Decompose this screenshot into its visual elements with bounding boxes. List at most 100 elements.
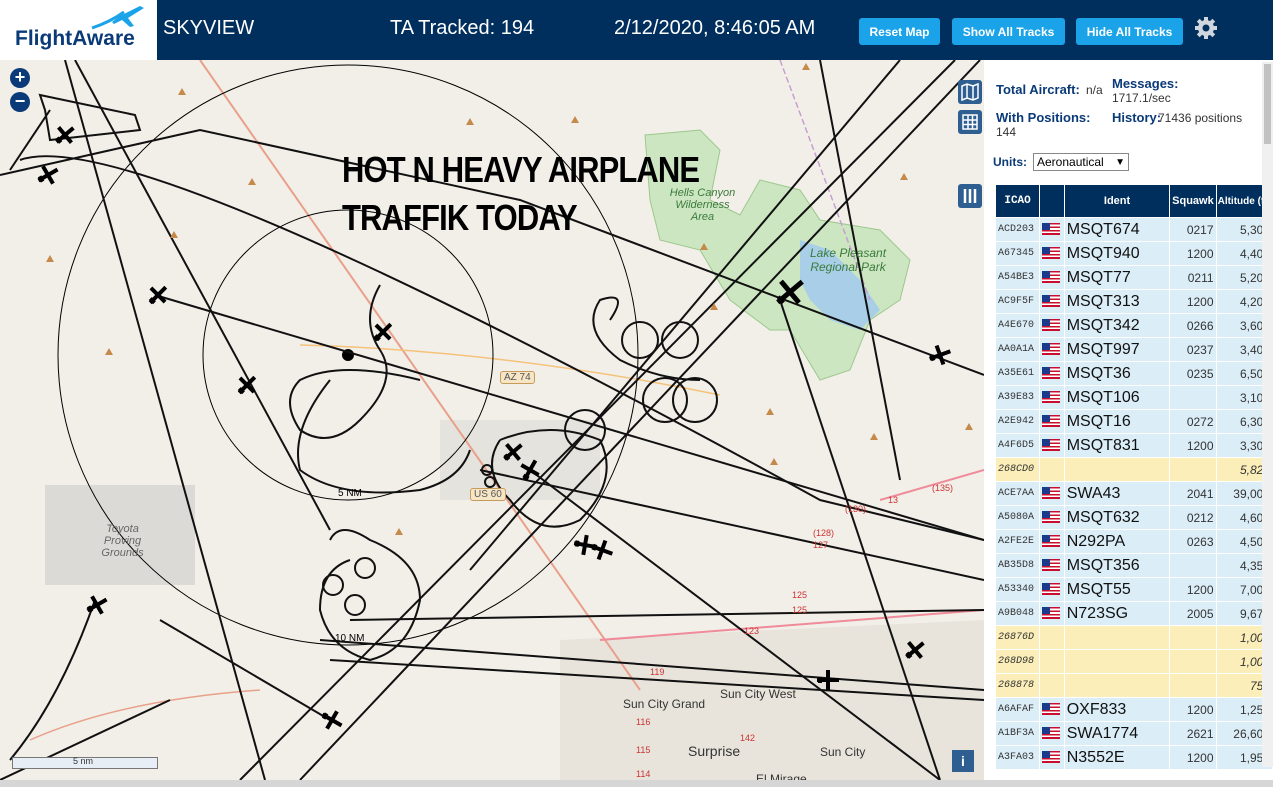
- us-flag-icon: [1042, 535, 1061, 548]
- aircraft-row[interactable]: A67345 MSQT940 1200 4,400: [994, 241, 1273, 266]
- label-route-125a: 125: [792, 590, 808, 600]
- flightaware-logo[interactable]: FlightAware: [0, 0, 157, 60]
- zoom-in-button[interactable]: +: [10, 68, 30, 88]
- aircraft-row[interactable]: 268D98 1,000: [994, 649, 1273, 674]
- icao-cell: A67345: [994, 241, 1041, 266]
- label-route-130: (130): [845, 504, 867, 514]
- scale-bar: 5 nm: [12, 756, 158, 769]
- label-toyota-proving-grounds: Toyota Proving Grounds: [101, 523, 144, 559]
- squawk-cell: [1169, 673, 1217, 698]
- aircraft-row[interactable]: A4E670 MSQT342 0266 3,600: [994, 313, 1273, 338]
- aircraft-row[interactable]: A9B048 N723SG 2005 9,675: [994, 601, 1273, 626]
- map-canvas[interactable]: + − HOT N HEAVY AIRPLANE TRAFFIK TODAY H…: [0, 60, 984, 780]
- show-all-tracks-button[interactable]: Show All Tracks: [952, 18, 1065, 45]
- bottom-scrollbar[interactable]: [0, 780, 1273, 787]
- tracked-count: TA Tracked: 194: [390, 17, 535, 39]
- reset-map-button[interactable]: Reset Map: [859, 18, 940, 45]
- squawk-cell: 0263: [1169, 529, 1217, 554]
- squawk-cell: [1169, 385, 1217, 410]
- label-route-127: 127: [813, 540, 829, 550]
- aircraft-row[interactable]: A1BF3A SWA1774 2621 26,600: [994, 721, 1273, 746]
- squawk-cell: 0237: [1169, 337, 1217, 362]
- scrollbar-thumb[interactable]: [1264, 64, 1271, 144]
- columns-icon: [963, 189, 977, 203]
- label-az74: AZ 74: [500, 371, 535, 384]
- map-layers-button[interactable]: [958, 80, 982, 104]
- us-flag-icon: [1042, 415, 1061, 428]
- label-surprise: Surprise: [688, 743, 741, 759]
- squawk-cell: 1200: [1169, 697, 1217, 722]
- us-flag-icon: [1042, 247, 1061, 260]
- aircraft-row[interactable]: A2FE2E N292PA 0263 4,500: [994, 529, 1273, 554]
- panel-scrollbar[interactable]: [1262, 62, 1273, 767]
- label-route-125b: 125: [792, 605, 808, 615]
- icao-cell: 268878: [994, 673, 1041, 698]
- ident-cell: MSQT674: [1063, 217, 1171, 242]
- flag-cell: [1039, 649, 1065, 674]
- ident-cell: [1063, 457, 1171, 482]
- icao-cell: A6AFAF: [994, 697, 1041, 722]
- aircraft-row[interactable]: A3FA03 N3552E 1200 1,950: [994, 745, 1273, 770]
- units-select-value: Aeronautical: [1037, 155, 1104, 169]
- squawk-cell: [1169, 457, 1217, 482]
- us-flag-icon: [1042, 511, 1061, 524]
- ident-cell: MSQT77: [1063, 265, 1171, 290]
- col-squawk[interactable]: Squawk: [1169, 184, 1217, 218]
- label-us60: US 60: [470, 488, 506, 501]
- icao-cell: ACD203: [994, 217, 1041, 242]
- annotation-text: HOT N HEAVY AIRPLANE TRAFFIK TODAY: [342, 146, 700, 242]
- zoom-out-button[interactable]: −: [10, 92, 30, 112]
- squawk-cell: 1200: [1169, 433, 1217, 458]
- aircraft-row[interactable]: A2E942 MSQT16 0272 6,300: [994, 409, 1273, 434]
- flag-cell: [1039, 553, 1065, 578]
- ident-cell: MSQT940: [1063, 241, 1171, 266]
- icao-cell: A1BF3A: [994, 721, 1041, 746]
- col-ident[interactable]: Ident: [1063, 184, 1171, 218]
- icao-cell: A4F6D5: [994, 433, 1041, 458]
- map-icon: [961, 82, 979, 102]
- info-button[interactable]: i: [952, 750, 974, 772]
- us-flag-icon: [1042, 703, 1061, 716]
- aircraft-row[interactable]: ACE7AA SWA43 2041 39,000: [994, 481, 1273, 506]
- aircraft-row[interactable]: A35E61 MSQT36 0235 6,500: [994, 361, 1273, 386]
- us-flag-icon: [1042, 439, 1061, 452]
- aircraft-row[interactable]: 268CD0 5,825: [994, 457, 1273, 482]
- aircraft-row[interactable]: A39E83 MSQT106 3,100: [994, 385, 1273, 410]
- us-flag-icon: [1042, 223, 1061, 236]
- icao-cell: 268D98: [994, 649, 1041, 674]
- icao-cell: A35E61: [994, 361, 1041, 386]
- label-route-115: 115: [636, 745, 651, 755]
- aircraft-row[interactable]: AB35D8 MSQT356 4,350: [994, 553, 1273, 578]
- squawk-cell: 0272: [1169, 409, 1217, 434]
- aircraft-row[interactable]: A4F6D5 MSQT831 1200 3,300: [994, 433, 1273, 458]
- flag-cell: [1039, 217, 1065, 242]
- aircraft-row[interactable]: A54BE3 MSQT77 0211 5,200: [994, 265, 1273, 290]
- squawk-cell: 0235: [1169, 361, 1217, 386]
- flag-cell: [1039, 385, 1065, 410]
- gear-icon[interactable]: [1194, 16, 1218, 40]
- col-icao[interactable]: ICAO: [994, 184, 1041, 218]
- total-aircraft-value: n/a: [1086, 83, 1103, 97]
- scale-label: 5 nm: [73, 756, 94, 766]
- squawk-cell: 0212: [1169, 505, 1217, 530]
- us-flag-icon: [1042, 367, 1061, 380]
- aircraft-row[interactable]: A6AFAF OXF833 1200 1,250: [994, 697, 1273, 722]
- aircraft-row[interactable]: ACD203 MSQT674 0217 5,300: [994, 217, 1273, 242]
- aircraft-row[interactable]: 268878 750: [994, 673, 1273, 698]
- flag-cell: [1039, 361, 1065, 386]
- icao-cell: A39E83: [994, 385, 1041, 410]
- aircraft-row[interactable]: AC9F5F MSQT313 1200 4,200: [994, 289, 1273, 314]
- aircraft-row[interactable]: AA0A1A MSQT997 0237 3,400: [994, 337, 1273, 362]
- hide-all-tracks-button[interactable]: Hide All Tracks: [1076, 18, 1183, 45]
- messages-label: Messages:: [1112, 76, 1179, 91]
- col-flag[interactable]: [1039, 184, 1065, 218]
- units-select[interactable]: Aeronautical ▼: [1033, 153, 1129, 171]
- grid-toggle-button[interactable]: [958, 110, 982, 134]
- aircraft-row[interactable]: A53340 MSQT55 1200 7,000: [994, 577, 1273, 602]
- us-flag-icon: [1042, 295, 1061, 308]
- ident-cell: [1063, 649, 1171, 674]
- columns-toggle-button[interactable]: [958, 184, 982, 208]
- aircraft-row[interactable]: A5080A MSQT632 0212 4,600: [994, 505, 1273, 530]
- aircraft-row[interactable]: 26876D 1,000: [994, 625, 1273, 650]
- icao-cell: 26876D: [994, 625, 1041, 650]
